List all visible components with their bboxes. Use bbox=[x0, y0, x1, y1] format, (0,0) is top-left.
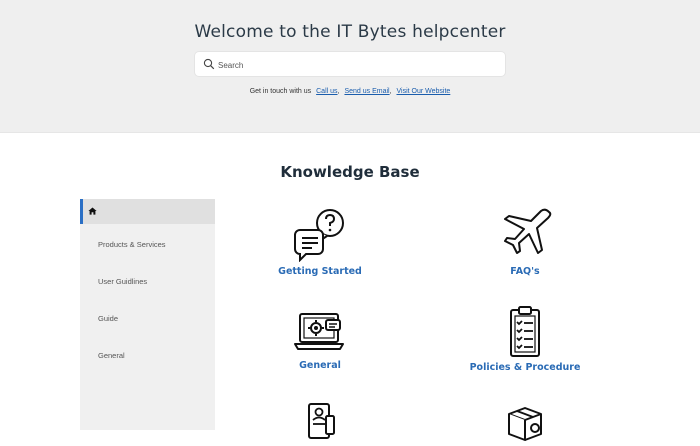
card-label: Getting Started bbox=[278, 266, 362, 277]
card-getting-started[interactable]: Getting Started bbox=[240, 206, 400, 277]
search-box[interactable] bbox=[195, 52, 505, 76]
sidebar-item-general[interactable]: General bbox=[80, 344, 215, 368]
card-faqs[interactable]: FAQ's bbox=[445, 206, 605, 277]
sidebar-item-home[interactable] bbox=[80, 199, 215, 224]
card-general[interactable]: General bbox=[240, 306, 400, 371]
knowledge-base-title: Knowledge Base bbox=[280, 163, 420, 181]
clipboard-checklist-icon bbox=[510, 306, 540, 357]
card-label: General bbox=[299, 360, 341, 371]
contact-line: Get in touch with us Call us, Send us Em… bbox=[249, 88, 451, 95]
search-input[interactable] bbox=[216, 55, 500, 75]
card-label: FAQ's bbox=[510, 266, 540, 277]
contact-text: Get in touch with us bbox=[249, 88, 312, 95]
box-icon bbox=[508, 407, 542, 441]
search-icon bbox=[203, 58, 215, 70]
card-policies-procedure[interactable]: Policies & Procedure bbox=[445, 306, 605, 373]
visit-website-link[interactable]: Visit Our Website bbox=[396, 88, 450, 95]
sidebar-item-products-services[interactable]: Products & Services bbox=[80, 233, 215, 257]
send-email-link[interactable]: Send us Email bbox=[344, 88, 389, 95]
card-document[interactable] bbox=[240, 402, 400, 446]
sidebar-item-guide[interactable]: Guide bbox=[80, 307, 215, 331]
airplane-icon bbox=[504, 208, 552, 254]
sidebar-item-user-guidlines[interactable]: User Guidlines bbox=[80, 270, 215, 294]
laptop-settings-icon bbox=[294, 313, 344, 350]
page-title: Welcome to the IT Bytes helpcenter bbox=[194, 22, 506, 42]
hero-banner: Welcome to the IT Bytes helpcenter Get i… bbox=[0, 0, 700, 133]
card-label: Policies & Procedure bbox=[469, 362, 581, 373]
sidebar: Products & Services User Guidlines Guide… bbox=[80, 199, 215, 430]
card-box[interactable] bbox=[445, 402, 605, 446]
chat-question-icon bbox=[294, 209, 344, 262]
call-us-link[interactable]: Call us bbox=[316, 88, 337, 95]
document-certificate-icon bbox=[308, 403, 335, 439]
home-icon bbox=[88, 207, 97, 215]
